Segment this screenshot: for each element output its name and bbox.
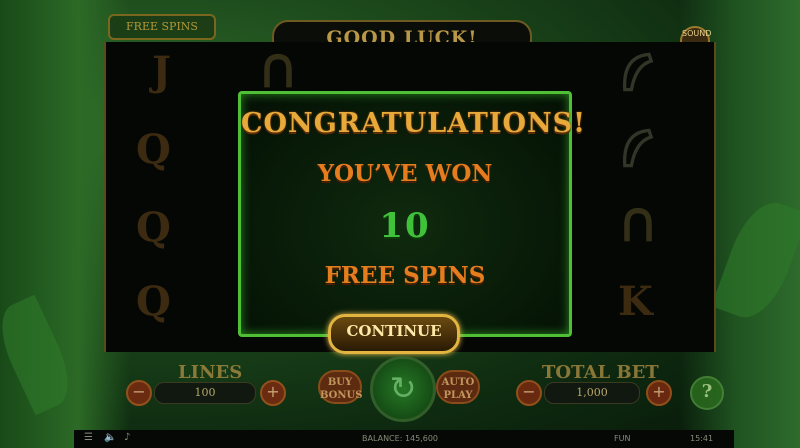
music-icon[interactable]: ♪ (124, 432, 130, 443)
horseshoe-icon (624, 207, 652, 242)
speaker-icon[interactable]: 🔈 (104, 432, 116, 443)
continue-button[interactable]: CONTINUE (328, 314, 460, 354)
reel-symbol: J (152, 48, 171, 95)
win-dialog: CONGRATULATIONS! YOU’VE WON 10 FREE SPIN… (238, 91, 587, 337)
bet-minus-button[interactable]: − (516, 380, 542, 406)
auto-play-button[interactable]: AUTO PLAY (436, 370, 480, 404)
mode-text: FUN (614, 434, 631, 443)
youve-won-text: YOU’VE WON (317, 160, 493, 187)
spin-button[interactable]: ↻ (370, 356, 436, 422)
reel-symbol: Q (136, 278, 171, 325)
lines-plus-button[interactable]: + (260, 380, 286, 406)
free-spins-tag: FREE SPINS (108, 14, 216, 40)
buy-bonus-button[interactable]: BUY BONUS (318, 370, 362, 404)
free-spins-text: FREE SPINS (324, 262, 486, 289)
lines-minus-button[interactable]: − (126, 380, 152, 406)
congratulations-heading: CONGRATULATIONS! (241, 108, 587, 139)
balance-text: BALANCE: 145,600 (362, 434, 439, 443)
bet-plus-button[interactable]: + (646, 380, 672, 406)
horseshoe-icon (264, 53, 292, 88)
lines-value: 100 (154, 382, 256, 404)
reel-symbol: Q (136, 126, 171, 173)
total-bet-label: TOTAL BET (542, 362, 659, 383)
reel-symbol: Q (136, 204, 171, 251)
total-bet-value: 1,000 (544, 382, 640, 404)
clock-text: 15:41 (690, 434, 714, 443)
harp-icon (623, 52, 654, 92)
lines-label: LINES (178, 362, 243, 383)
free-spins-count: 10 (379, 206, 431, 246)
menu-icon[interactable]: ☰ (84, 432, 93, 443)
status-bar: ☰ 🔈 ♪ BALANCE: 145,600 FUN 15:41 (74, 430, 734, 448)
help-button[interactable]: ? (690, 376, 724, 410)
harp-icon (623, 128, 654, 168)
reel-symbol: K (618, 278, 653, 325)
